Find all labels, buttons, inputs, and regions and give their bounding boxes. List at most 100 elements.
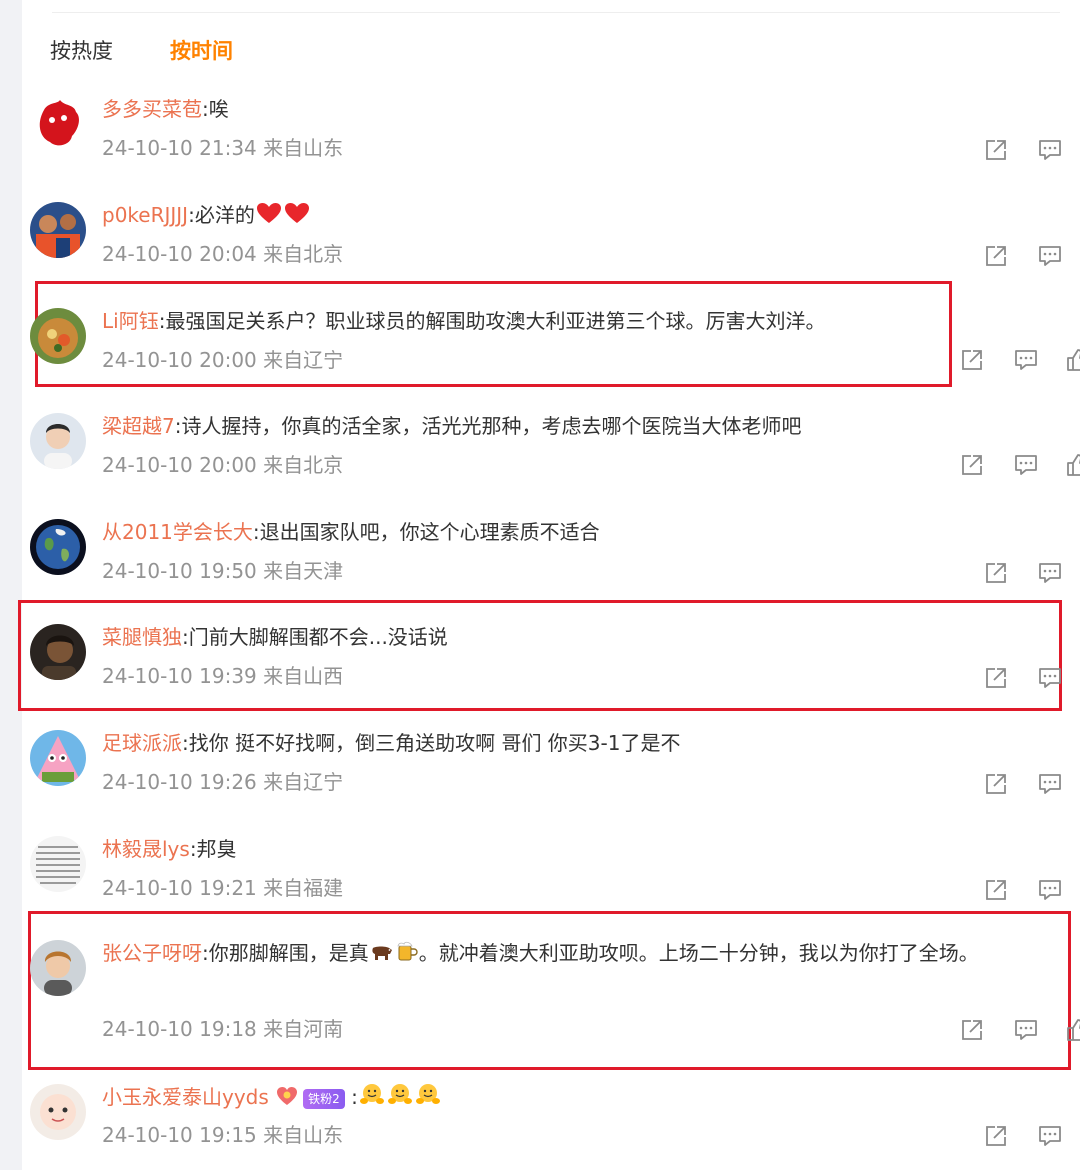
username-link[interactable]: 菜腿慎独 (102, 625, 182, 649)
comment-meta: 24-10-10 21:34 来自山东 (102, 133, 343, 163)
heart-emoji (284, 200, 310, 234)
avatar[interactable] (30, 624, 86, 680)
comment-text: : (351, 1085, 358, 1109)
comment-text: :你那脚解围，是真 (202, 941, 369, 965)
comment-text: :诗人握持，你真的活全家，活光光那种，考虑去哪个医院当大体老师吧 (174, 414, 802, 438)
comment-icon[interactable] (1036, 664, 1064, 692)
comment-time: 24-10-10 19:18 (102, 1017, 257, 1041)
comment-icon[interactable] (1036, 876, 1064, 904)
comment-actions: 2 (880, 346, 1080, 376)
comment-actions (880, 770, 1080, 800)
comment-time: 24-10-10 19:21 (102, 876, 257, 900)
share-icon[interactable] (982, 136, 1010, 164)
comment-meta: 24-10-10 20:00 来自辽宁 (102, 345, 343, 375)
avatar[interactable] (30, 519, 86, 575)
comment-line: 多多买菜苞:唉 (102, 92, 1060, 126)
comment-text: :最强国足关系户？职业球员的解围助攻澳大利亚进第三个球。厉害大刘洋。 (158, 309, 826, 333)
comment-item: 张公子呀呀:你那脚解围，是真 。就冲着澳大利亚助攻呗。上场二十分钟，我以为你打了全… (0, 936, 1080, 1056)
comment-text: :唉 (202, 97, 229, 121)
share-icon[interactable] (958, 451, 986, 479)
comment-actions (880, 876, 1080, 906)
comment-location: 来自天津 (263, 559, 344, 583)
comment-icon[interactable] (1012, 346, 1040, 374)
comment-icon[interactable] (1036, 1122, 1064, 1150)
divider (52, 12, 1060, 13)
avatar[interactable] (30, 413, 86, 469)
comment-meta: 24-10-10 19:39 来自山西 (102, 661, 343, 691)
sort-by-hot-tab[interactable]: 按热度 (50, 36, 113, 66)
username-link[interactable]: Li阿钰 (102, 309, 159, 333)
share-icon[interactable] (982, 770, 1010, 798)
comment-icon[interactable] (1036, 136, 1064, 164)
comment-location: 来自山东 (263, 1123, 344, 1147)
comment-time: 24-10-10 20:00 (102, 348, 257, 372)
comment-line: 菜腿慎独:门前大脚解围都不会...没话说 (102, 620, 1060, 654)
comment-text: :门前大脚解围都不会...没话说 (182, 625, 448, 649)
comment-meta: 24-10-10 20:00 来自北京 (102, 450, 343, 480)
share-icon[interactable] (982, 559, 1010, 587)
comment-item: 菜腿慎独:门前大脚解围都不会...没话说 24-10-10 19:39 来自山西 (0, 620, 1080, 720)
avatar[interactable] (30, 96, 86, 152)
comment-time: 24-10-10 19:15 (102, 1123, 257, 1147)
comment-item: 从2011学会长大:退出国家队吧，你这个心理素质不适合 24-10-10 19:… (0, 515, 1080, 615)
avatar[interactable] (30, 730, 86, 786)
username-link[interactable]: p0keRJJJJ (102, 203, 188, 227)
comment-line: 林毅晟lys:邦臭 (102, 832, 1060, 866)
comment-meta: 24-10-10 19:26 来自辽宁 (102, 767, 343, 797)
comment-time: 24-10-10 19:50 (102, 559, 257, 583)
comment-actions (880, 559, 1080, 589)
username-link[interactable]: 小玉永爱泰山yyds (102, 1085, 269, 1109)
comment-meta: 24-10-10 20:04 来自北京 (102, 239, 343, 269)
heart-emoji (256, 200, 282, 234)
comment-item: p0keRJJJJ:必洋的 24-10-10 20:04 来自北京 (0, 198, 1080, 298)
username-link[interactable]: 多多买菜苞 (102, 97, 202, 121)
comment-location: 来自山东 (263, 136, 344, 160)
beer-emoji (396, 938, 418, 972)
comment-item: 多多买菜苞:唉 24-10-10 21:34 来自山东 (0, 92, 1080, 192)
comment-item: 小玉永爱泰山yyds 铁粉2 : 24-10-10 19:15 来自山东 (0, 1080, 1080, 1170)
comment-text: :邦臭 (189, 837, 237, 861)
username-link[interactable]: 梁超越7 (102, 414, 175, 438)
comment-actions (880, 1122, 1080, 1152)
comment-text: :退出国家队吧，你这个心理素质不适合 (252, 520, 600, 544)
sort-by-time-tab[interactable]: 按时间 (170, 36, 233, 66)
comment-line: 小玉永爱泰山yyds 铁粉2 : (102, 1080, 1060, 1116)
comment-location: 来自辽宁 (263, 770, 344, 794)
comment-item: 林毅晟lys:邦臭 24-10-10 19:21 来自福建 (0, 832, 1080, 932)
fan-badge: 铁粉2 (303, 1088, 345, 1109)
share-icon[interactable] (958, 346, 986, 374)
like-icon[interactable] (1064, 346, 1080, 374)
fan-badge-icon[interactable] (276, 1082, 298, 1116)
like-icon[interactable] (1064, 1016, 1080, 1044)
like-icon[interactable] (1064, 451, 1080, 479)
hug-emoji (359, 1082, 385, 1116)
comment-icon[interactable] (1012, 1016, 1040, 1044)
comment-actions (880, 664, 1080, 694)
username-link[interactable]: 从2011学会长大 (102, 520, 253, 544)
comment-icon[interactable] (1036, 242, 1064, 270)
comment-time: 24-10-10 19:39 (102, 664, 257, 688)
username-link[interactable]: 林毅晟lys (102, 837, 190, 861)
comment-meta: 24-10-10 19:18 来自河南 (102, 1014, 343, 1044)
comment-actions: 1 (880, 451, 1080, 481)
avatar[interactable] (30, 202, 86, 258)
comment-time: 24-10-10 20:00 (102, 453, 257, 477)
username-link[interactable]: 张公子呀呀 (102, 941, 202, 965)
comment-icon[interactable] (1012, 451, 1040, 479)
share-icon[interactable] (982, 664, 1010, 692)
share-icon[interactable] (982, 876, 1010, 904)
comment-icon[interactable] (1036, 559, 1064, 587)
share-icon[interactable] (958, 1016, 986, 1044)
avatar[interactable] (30, 1084, 86, 1140)
avatar[interactable] (30, 940, 86, 996)
share-icon[interactable] (982, 242, 1010, 270)
share-icon[interactable] (982, 1122, 1010, 1150)
comment-meta: 24-10-10 19:15 来自山东 (102, 1120, 343, 1150)
comment-icon[interactable] (1036, 770, 1064, 798)
username-link[interactable]: 足球派派 (102, 731, 182, 755)
avatar[interactable] (30, 836, 86, 892)
avatar[interactable] (30, 308, 86, 364)
comment-actions (880, 136, 1080, 166)
hug-emoji (415, 1082, 441, 1116)
comment-text: 。就冲着澳大利亚助攻呗。上场二十分钟，我以为你打了全场。 (418, 941, 979, 965)
